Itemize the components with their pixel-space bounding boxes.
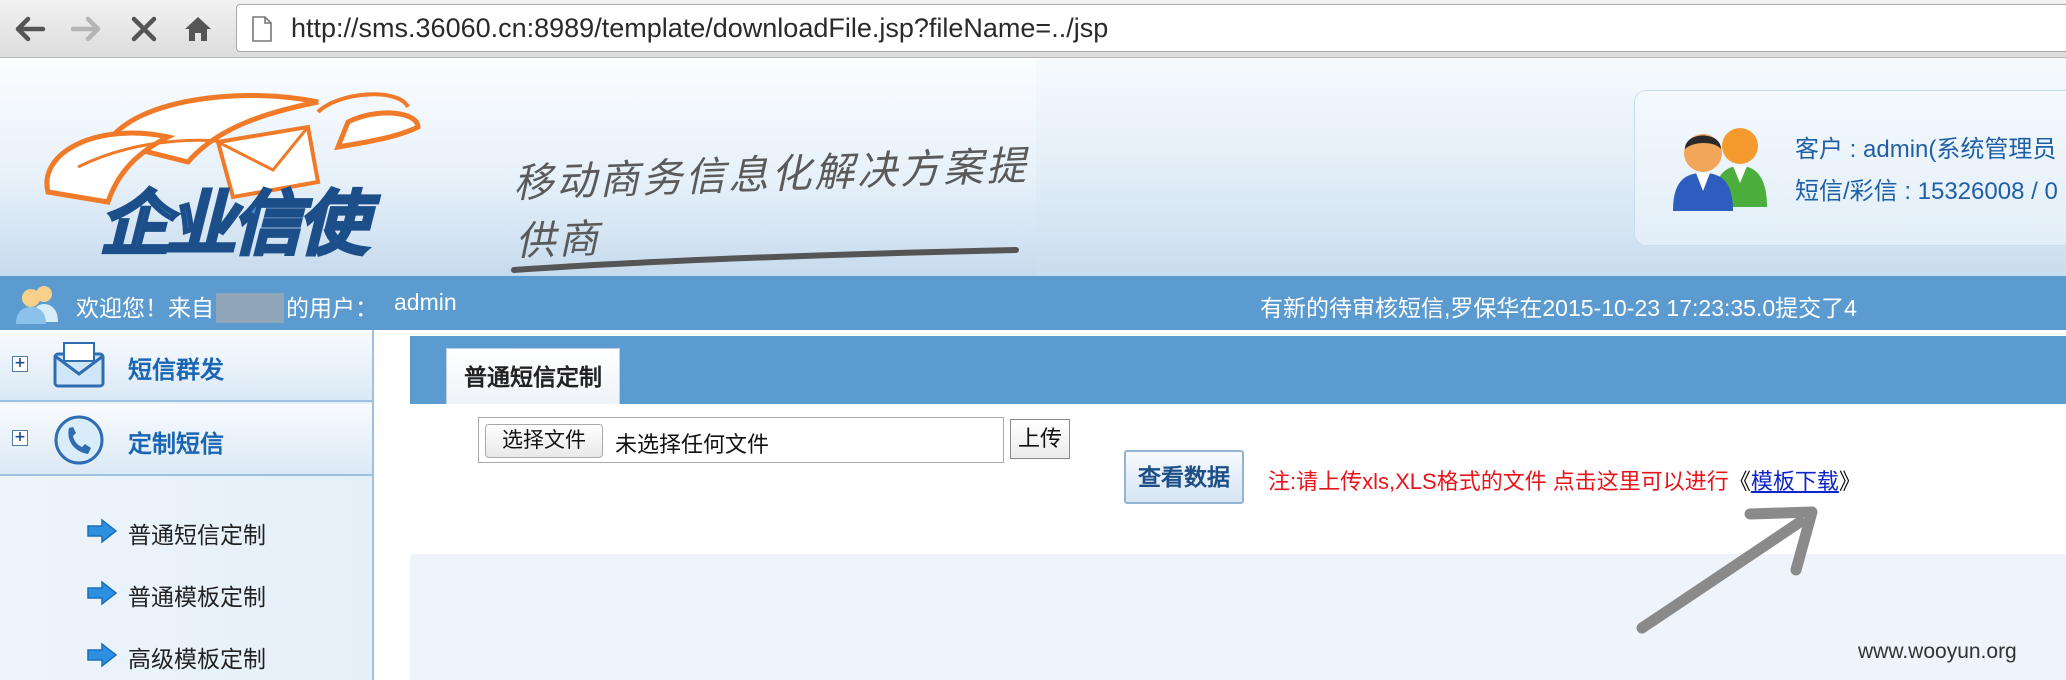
no-file-text: 未选择任何文件 [615,432,770,457]
welcome-text: 欢迎您！来自 的用户： [76,289,378,323]
sidebar-item-label: 高级模板定制 [128,646,266,672]
upload-note: 注:请上传xls,XLS格式的文件 点击这里可以进行《模板下载》 [1268,464,1861,496]
forward-button[interactable] [64,7,108,51]
phone-icon [54,415,104,465]
sidebar-item-label: 普通短信定制 [128,522,266,548]
welcome-suffix: 的用户： [286,295,378,321]
tab-bar: 普通短信定制 [410,336,2066,404]
envelope-icon [53,342,105,388]
back-icon [15,16,46,42]
page-icon [252,16,272,42]
address-bar[interactable]: http://sms.36060.cn:8989/template/downlo… [236,4,2066,52]
view-data-button[interactable]: 查看数据 [1124,450,1244,504]
banner-left: 企业信使 移动商务信息化解决方案提供商 [0,58,1036,276]
sidebar-group-label: 短信群发 [128,357,224,384]
balance-line: 短信/彩信 : 15326008 / 0 [1795,178,2058,205]
account-info-panel: 客户 : admin(系统管理员 短信/彩信 : 15326008 / 0 [1634,90,2066,246]
sidebar-item-normal-template-custom[interactable]: 普通模板定制 [86,572,366,612]
sidebar: + 短信群发 + 定制短信 普通短信定制 普通模板定制 高级模板定制 [0,330,374,680]
bracket-open: 《 [1728,469,1751,494]
tab-normal-sms-custom[interactable]: 普通短信定制 [446,348,620,404]
expand-icon[interactable]: + [12,356,28,372]
sidebar-item-label: 普通模板定制 [128,584,266,610]
customer-line: 客户 : admin(系统管理员 [1795,136,2057,163]
template-download-link[interactable]: 模板下载 [1751,469,1839,494]
logo-text: 企业信使 [99,182,370,267]
users-icon [1673,128,1767,211]
file-input[interactable]: 选择文件 未选择任何文件 [478,417,1004,463]
browser-toolbar: http://sms.36060.cn:8989/template/downlo… [0,0,2066,58]
sidebar-item-advanced-template-custom[interactable]: 高级模板定制 [86,634,366,674]
choose-file-button[interactable]: 选择文件 [485,424,603,458]
upload-button[interactable]: 上传 [1010,419,1070,459]
welcome-prefix: 欢迎您！来自 [76,295,214,321]
sidebar-group-label: 定制短信 [128,431,224,458]
arrow-right-icon [87,642,118,668]
forward-icon [70,16,101,42]
pending-notice-marquee[interactable]: 有新的待审核短信,罗保华在2015-10-23 17:23:35.0提交了4 [1260,289,1876,323]
sidebar-item-normal-sms-custom[interactable]: 普通短信定制 [86,510,366,550]
users-small-icon [16,286,58,324]
sidebar-group-bulk-sms[interactable]: + 短信群发 [0,330,372,402]
annotation-arrow-icon [1636,506,1818,634]
url-text: http://sms.36060.cn:8989/template/downlo… [291,13,1109,43]
watermark: www.wooyun.org [1858,640,2017,663]
slogan-underline [511,247,1019,273]
site-header: 企业信使 移动商务信息化解决方案提供商 客户 : admin(系统管理员 短信/… [0,58,2066,276]
arrow-right-icon [87,580,118,606]
welcome-username: admin [394,289,457,315]
stop-button[interactable] [122,7,166,51]
note-text: 注:请上传xls,XLS格式的文件 点击这里可以进行 [1268,469,1729,494]
sidebar-group-custom-sms[interactable]: + 定制短信 [0,404,372,476]
home-button[interactable] [176,7,220,51]
bracket-close: 》 [1838,469,1861,494]
expand-icon[interactable]: + [12,430,28,446]
redacted-region [216,292,284,323]
back-button[interactable] [8,7,52,51]
stop-icon [131,16,157,42]
welcome-bar: 欢迎您！来自 的用户： admin 有新的待审核短信,罗保华在2015-10-23… [0,276,2066,330]
arrow-right-icon [87,518,118,544]
home-icon [185,17,211,41]
